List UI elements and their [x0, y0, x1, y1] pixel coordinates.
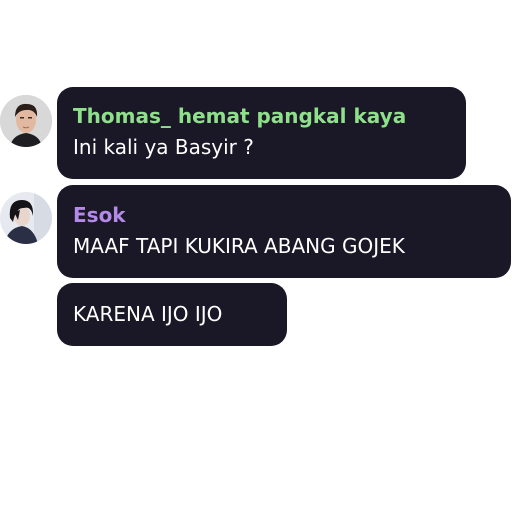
sender-name[interactable]: Thomas_ hemat pangkal kaya: [73, 104, 406, 128]
dark-hair-person-avatar-icon: [0, 192, 52, 244]
message-bubble-1[interactable]: Thomas_ hemat pangkal kaya Ini kali ya B…: [57, 87, 466, 179]
man-portrait-avatar-icon: [0, 95, 52, 147]
sender-name[interactable]: Esok: [73, 203, 126, 227]
message-bubble-3[interactable]: KARENA IJO IJO: [57, 283, 287, 346]
message-text: KARENA IJO IJO: [73, 302, 223, 326]
message-text: MAAF TAPI KUKIRA ABANG GOJEK: [73, 234, 405, 258]
message-text: Ini kali ya Basyir ?: [73, 135, 254, 159]
message-bubble-2[interactable]: Esok MAAF TAPI KUKIRA ABANG GOJEK: [57, 185, 511, 278]
avatar-thomas[interactable]: [0, 95, 52, 147]
chat-screen: Thomas_ hemat pangkal kaya Ini kali ya B…: [0, 0, 512, 512]
avatar-esok[interactable]: [0, 192, 52, 244]
